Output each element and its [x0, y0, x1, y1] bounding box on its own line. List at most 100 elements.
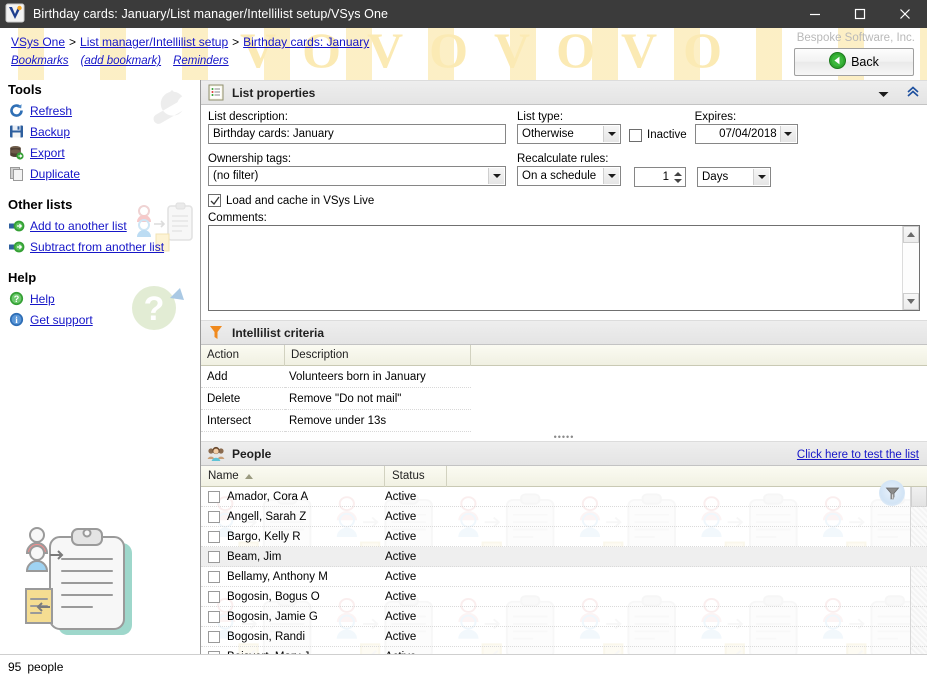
scroll-up-button[interactable] — [903, 226, 919, 243]
sidebar-item-label-get-support[interactable]: Get support — [30, 313, 93, 327]
reminders-link[interactable]: Reminders — [173, 55, 229, 67]
row-checkbox — [208, 611, 220, 623]
breadcrumb-item-0[interactable]: VSys One — [11, 35, 65, 49]
sidebar-item-label-duplicate[interactable]: Duplicate — [30, 167, 80, 181]
table-row[interactable]: Intersect Remove under 13s — [201, 410, 927, 432]
add-to-list-icon — [8, 217, 25, 234]
table-row[interactable]: Beam, Jim Active — [201, 547, 927, 567]
add-bookmark-link[interactable]: (add bookmark) — [81, 55, 162, 67]
row-checkbox-cell[interactable] — [201, 531, 227, 543]
comments-textarea[interactable] — [208, 225, 920, 311]
double-chevron-up-icon[interactable] — [907, 86, 919, 101]
inactive-checkbox[interactable] — [629, 129, 642, 142]
chevron-down-icon[interactable] — [878, 87, 889, 101]
sidebar-item-add-to-another-list[interactable]: Add to another list — [0, 215, 200, 236]
row-checkbox-cell[interactable] — [201, 651, 227, 655]
row-checkbox-cell[interactable] — [201, 491, 227, 503]
people-column-name-label: Name — [208, 466, 239, 487]
scroll-down-button[interactable] — [903, 293, 919, 310]
table-row[interactable]: Bogosin, Jamie G Active — [201, 607, 927, 627]
row-checkbox-cell[interactable] — [201, 631, 227, 643]
sidebar-item-label-add-to-another-list[interactable]: Add to another list — [30, 219, 127, 233]
recalculate-rules-select[interactable]: On a schedule — [517, 166, 621, 186]
table-row[interactable]: Bellamy, Anthony M Active — [201, 567, 927, 587]
row-checkbox-cell[interactable] — [201, 611, 227, 623]
sidebar-item-subtract-from-another-list[interactable]: Subtract from another list — [0, 236, 200, 257]
panel-header-controls — [878, 81, 919, 106]
list-description-input[interactable]: Birthday cards: January — [208, 124, 506, 144]
row-checkbox — [208, 591, 220, 603]
table-row[interactable]: Bogosin, Bogus O Active — [201, 587, 927, 607]
database-export-icon — [8, 144, 25, 161]
table-row[interactable]: Boisvert, Mary J Active — [201, 647, 927, 654]
row-checkbox-cell[interactable] — [201, 571, 227, 583]
close-button[interactable] — [882, 0, 927, 28]
vsys-logo-icon — [5, 3, 27, 25]
back-button-label: Back — [851, 55, 879, 69]
list-type-select[interactable]: Otherwise — [517, 124, 621, 144]
person-name: Bogosin, Randi — [227, 631, 385, 643]
criteria-column-description[interactable]: Description — [285, 345, 471, 366]
row-checkbox — [208, 491, 220, 503]
back-arrow-icon — [829, 52, 846, 72]
window-titlebar: Birthday cards: January/List manager/Int… — [0, 0, 927, 28]
question-mark-icon: ? — [8, 290, 25, 307]
sidebar-item-label-export[interactable]: Export — [30, 146, 65, 160]
sidebar-item-refresh[interactable]: Refresh — [0, 100, 200, 121]
expires-label: Expires: — [695, 111, 800, 123]
bookmarks-link[interactable]: Bookmarks — [11, 55, 69, 67]
sidebar-item-help[interactable]: ? Help — [0, 288, 200, 309]
sidebar-item-label-backup[interactable]: Backup — [30, 125, 70, 139]
sidebar-item-label-refresh[interactable]: Refresh — [30, 104, 72, 118]
list-type-label: List type: — [517, 111, 625, 123]
load-and-cache-label: Load and cache in VSys Live — [226, 195, 374, 207]
interval-unit-select[interactable]: Days — [697, 167, 771, 187]
inactive-checkbox-row[interactable]: Inactive — [629, 125, 687, 145]
criteria-grid: Action Description Add Volunteers born i… — [201, 345, 927, 432]
table-row[interactable]: Add Volunteers born in January — [201, 366, 927, 388]
row-checkbox — [208, 551, 220, 563]
chevron-down-icon — [674, 179, 682, 183]
comments-scrollbar[interactable] — [902, 226, 919, 310]
panel-splitter[interactable]: ••••• — [201, 432, 927, 441]
stepper-arrows[interactable] — [672, 169, 683, 185]
load-and-cache-checkbox[interactable] — [208, 194, 221, 207]
breadcrumb-separator-2: > — [228, 35, 243, 49]
ownership-tags-select[interactable]: (no filter) — [208, 166, 506, 186]
sidebar-item-duplicate[interactable]: Duplicate — [0, 163, 200, 184]
maximize-button[interactable] — [837, 0, 882, 28]
expires-date-picker[interactable]: 07/04/2018 — [695, 124, 798, 144]
interval-value: 1 — [663, 171, 669, 183]
person-name: Bargo, Kelly R — [227, 531, 385, 543]
expires-value: 07/04/2018 — [719, 128, 777, 140]
row-checkbox-cell[interactable] — [201, 591, 227, 603]
interval-stepper[interactable]: 1 — [634, 167, 686, 187]
people-column-status[interactable]: Status — [385, 466, 447, 487]
breadcrumb-item-1[interactable]: List manager/Intellilist setup — [80, 35, 228, 49]
interval-unit-value: Days — [702, 171, 728, 183]
table-row[interactable]: Angell, Sarah Z Active — [201, 507, 927, 527]
sidebar-item-get-support[interactable]: i Get support — [0, 309, 200, 330]
breadcrumb-item-2[interactable]: Birthday cards: January — [243, 35, 369, 49]
table-row[interactable]: Bargo, Kelly R Active — [201, 527, 927, 547]
funnel-filter-icon[interactable] — [879, 480, 905, 506]
back-button[interactable]: Back — [794, 48, 914, 76]
sidebar-item-export[interactable]: Export — [0, 142, 200, 163]
table-row[interactable]: Amador, Cora A Active — [201, 487, 927, 507]
test-list-link[interactable]: Click here to test the list — [797, 449, 919, 461]
people-grid: Name Status Amador, Cora A Active Angell… — [201, 466, 927, 654]
sidebar-item-label-subtract-from-another-list[interactable]: Subtract from another list — [30, 240, 164, 254]
row-checkbox-cell[interactable] — [201, 551, 227, 563]
svg-text:?: ? — [14, 294, 20, 304]
sidebar-item-backup[interactable]: Backup — [0, 121, 200, 142]
minimize-button[interactable] — [792, 0, 837, 28]
people-panel-title: People — [232, 447, 271, 461]
row-checkbox-cell[interactable] — [201, 511, 227, 523]
criteria-column-action[interactable]: Action — [201, 345, 285, 366]
sidebar-item-label-help[interactable]: Help — [30, 292, 55, 306]
cache-checkbox-row[interactable]: Load and cache in VSys Live — [208, 194, 917, 207]
people-column-name[interactable]: Name — [201, 466, 385, 487]
table-row[interactable]: Delete Remove "Do not mail" — [201, 388, 927, 410]
table-row[interactable]: Bogosin, Randi Active — [201, 627, 927, 647]
person-status: Active — [385, 631, 503, 643]
